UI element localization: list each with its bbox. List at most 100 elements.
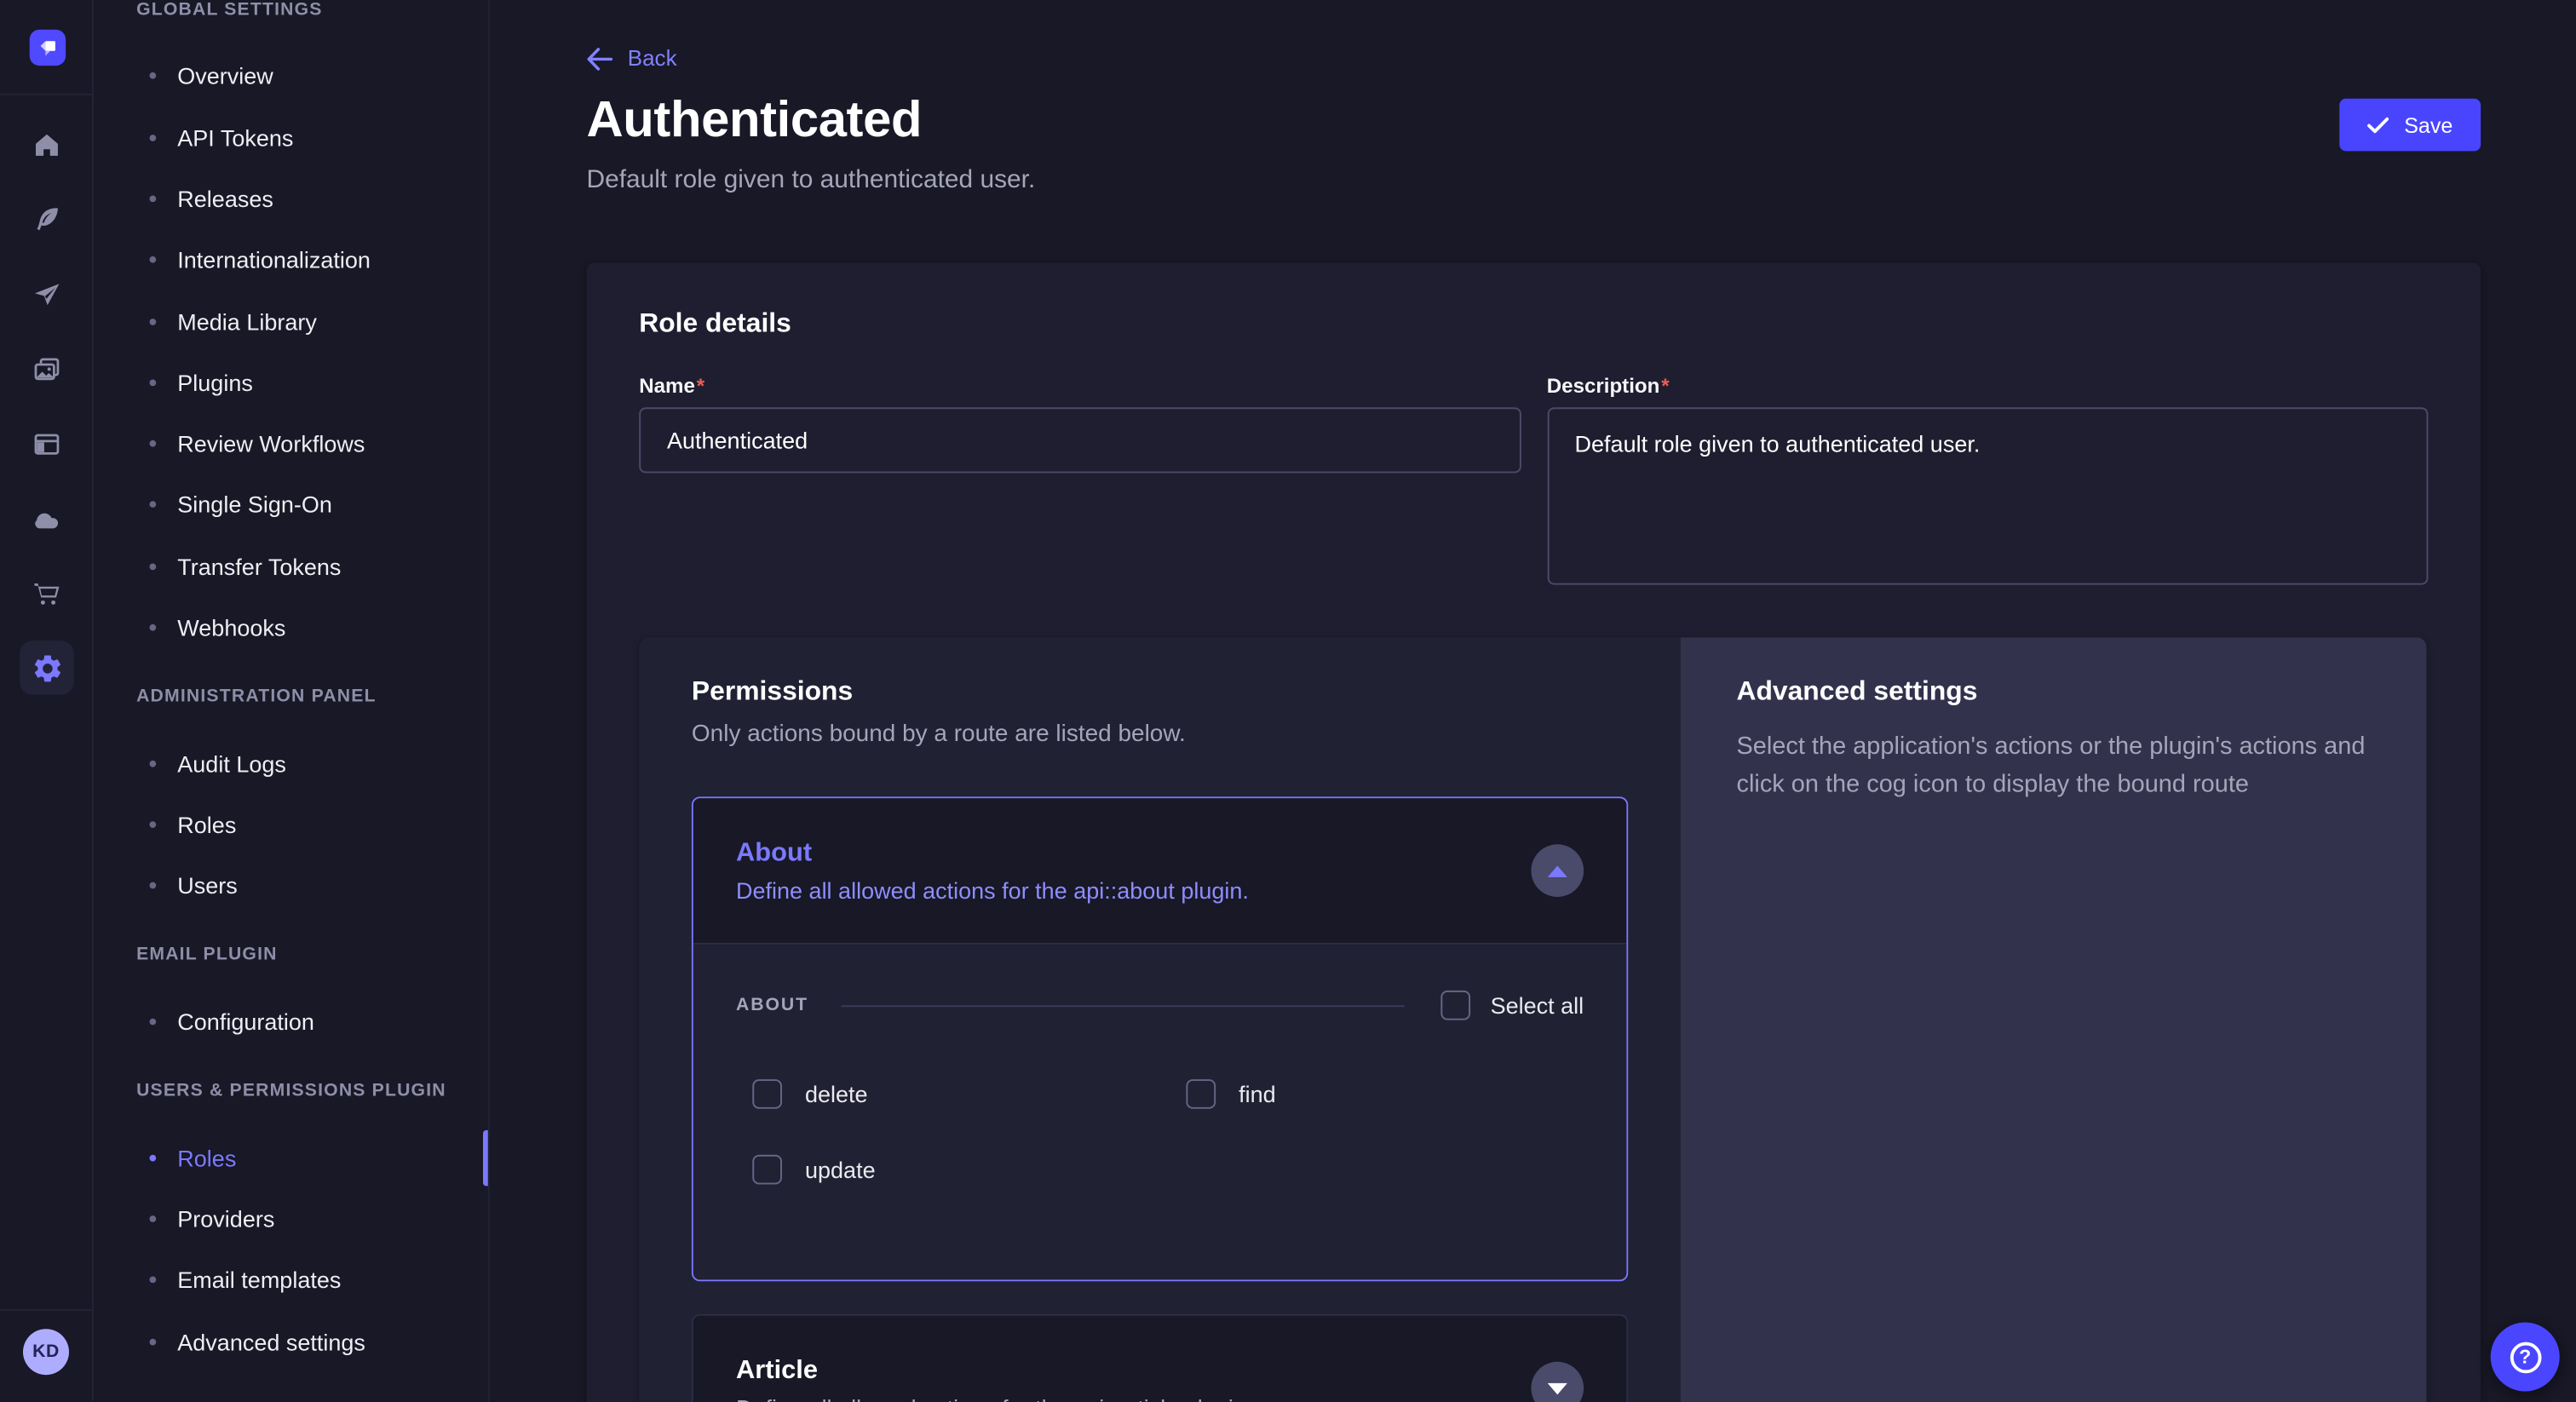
strapi-admin-app: KD GLOBAL SETTINGS Overview API Tokens R… [0, 0, 2576, 1401]
bullet-icon [149, 195, 156, 202]
bullet-icon [149, 440, 156, 447]
help-button[interactable]: ? [2491, 1322, 2560, 1391]
role-card: Role details Name* Description* Default … [586, 263, 2481, 1402]
accordion-about-body: ABOUT Select all delete [693, 945, 1626, 1279]
rail-divider-top [0, 94, 94, 95]
bullet-icon [149, 624, 156, 631]
save-button[interactable]: Save [2340, 99, 2481, 152]
feather-icon[interactable] [30, 202, 64, 236]
sidebar-item-providers[interactable]: Providers [149, 1203, 274, 1236]
strapi-logo[interactable] [30, 30, 66, 66]
sidebar-item-email-templates[interactable]: Email templates [149, 1263, 341, 1296]
sidebar-section-administration-panel: ADMINISTRATION PANEL [136, 687, 377, 710]
active-item-indicator [483, 1130, 488, 1187]
permission-item-update: update [752, 1155, 1186, 1185]
bullet-icon [149, 135, 156, 141]
sidebar-item-api-tokens[interactable]: API Tokens [149, 122, 293, 155]
bullet-icon [149, 563, 156, 570]
permission-actions-grid: delete find update [752, 1079, 1584, 1184]
accordion-article-subtitle: Define all allowed actions for the api::… [736, 1393, 1252, 1402]
sidebar-section-users-permissions-plugin: USERS & PERMISSIONS PLUGIN [136, 1081, 446, 1104]
bullet-icon [149, 1215, 156, 1222]
permissions-subheading: Only actions bound by a route are listed… [692, 721, 1628, 748]
sidebar-item-transfer-tokens[interactable]: Transfer Tokens [149, 550, 341, 583]
sidebar-item-releases[interactable]: Releases [149, 182, 273, 215]
sidebar-item-email-configuration[interactable]: Configuration [149, 1005, 313, 1038]
bullet-icon [149, 1019, 156, 1026]
page-subtitle: Default role given to authenticated user… [586, 166, 1035, 196]
sidebar-item-review-workflows[interactable]: Review Workflows [149, 427, 365, 460]
collapse-button[interactable] [1531, 844, 1584, 897]
sidebar-item-single-sign-on[interactable]: Single Sign-On [149, 488, 331, 521]
bullet-icon [149, 761, 156, 767]
expand-button[interactable] [1531, 1362, 1584, 1402]
arrow-left-icon [586, 47, 612, 70]
media-library-icon[interactable] [30, 353, 64, 388]
description-label: Description* [1547, 375, 2429, 398]
permissions-panel: Permissions Only actions bound by a rout… [639, 637, 1681, 1402]
name-label: Name* [639, 375, 1521, 398]
sidebar-item-up-advanced-settings[interactable]: Advanced settings [149, 1325, 365, 1359]
update-checkbox[interactable] [752, 1155, 782, 1185]
bullet-icon [149, 501, 156, 508]
bullet-icon [149, 256, 156, 263]
check-icon [2368, 116, 2389, 134]
strapi-logo-icon [34, 34, 60, 60]
settings-gear-icon[interactable] [20, 641, 74, 695]
role-details-heading: Role details [639, 309, 2428, 341]
bullet-icon [149, 319, 156, 325]
find-checkbox[interactable] [1186, 1079, 1216, 1109]
marketplace-cart-icon[interactable] [30, 577, 64, 611]
bullet-icon [149, 72, 156, 79]
sidebar-item-admin-users[interactable]: Users [149, 869, 237, 902]
advanced-settings-heading: Advanced settings [1736, 677, 2370, 709]
role-details-section: Role details Name* Description* Default … [586, 263, 2481, 594]
back-link[interactable]: Back [586, 46, 676, 71]
home-icon[interactable] [30, 128, 64, 162]
advanced-settings-description: Select the application's actions or the … [1736, 727, 2370, 804]
accordion-about-subtitle: Define all allowed actions for the api::… [736, 876, 1249, 903]
permission-group-label: ABOUT [736, 996, 808, 1015]
settings-sidebar: GLOBAL SETTINGS Overview API Tokens Rele… [94, 0, 490, 1401]
layout-icon[interactable] [30, 427, 64, 461]
sidebar-item-overview[interactable]: Overview [149, 59, 273, 92]
select-all-checkbox[interactable] [1441, 991, 1471, 1020]
description-field-group: Description* Default role given to authe… [1547, 375, 2429, 593]
chevron-up-icon [1548, 865, 1567, 876]
sidebar-section-email-plugin: EMAIL PLUGIN [136, 945, 278, 968]
bullet-icon [149, 1155, 156, 1162]
chevron-down-icon [1548, 1382, 1567, 1394]
accordion-about-title: About [736, 839, 1249, 869]
accordion-article-title: Article [736, 1356, 1252, 1386]
sidebar-item-media-library[interactable]: Media Library [149, 306, 316, 339]
select-all-label: Select all [1491, 992, 1584, 1019]
required-asterisk: * [1661, 375, 1669, 398]
required-asterisk: * [697, 375, 704, 398]
accordion-article-header[interactable]: Article Define all allowed actions for t… [693, 1316, 1626, 1402]
accordion-about-header[interactable]: About Define all allowed actions for the… [693, 798, 1626, 943]
help-question-icon: ? [2510, 1342, 2541, 1373]
description-textarea[interactable]: Default role given to authenticated user… [1547, 407, 2429, 584]
cloud-icon[interactable] [30, 503, 64, 537]
bullet-icon [149, 882, 156, 889]
sidebar-item-internationalization[interactable]: Internationalization [149, 243, 370, 276]
sidebar-item-admin-roles[interactable]: Roles [149, 808, 236, 842]
permissions-advanced-block: Permissions Only actions bound by a rout… [639, 637, 2426, 1402]
delete-checkbox[interactable] [752, 1079, 782, 1109]
permissions-heading: Permissions [692, 677, 1628, 709]
sidebar-item-audit-logs[interactable]: Audit Logs [149, 747, 285, 780]
name-input[interactable] [639, 407, 1521, 473]
sidebar-item-up-roles[interactable]: Roles [149, 1141, 236, 1175]
accordion-article: Article Define all allowed actions for t… [692, 1314, 1628, 1402]
user-avatar[interactable]: KD [23, 1329, 69, 1375]
paper-plane-icon[interactable] [30, 278, 64, 312]
sidebar-item-webhooks[interactable]: Webhooks [149, 611, 285, 644]
accordion-about: About Define all allowed actions for the… [692, 796, 1628, 1281]
sidebar-item-plugins[interactable]: Plugins [149, 366, 252, 399]
page-title: Authenticated [586, 90, 922, 149]
permission-item-find: find [1186, 1079, 1584, 1109]
rail-divider-bottom [0, 1309, 94, 1311]
permission-item-delete: delete [752, 1079, 1186, 1109]
group-divider-line [842, 1004, 1406, 1006]
advanced-settings-panel: Advanced settings Select the application… [1681, 637, 2427, 1402]
